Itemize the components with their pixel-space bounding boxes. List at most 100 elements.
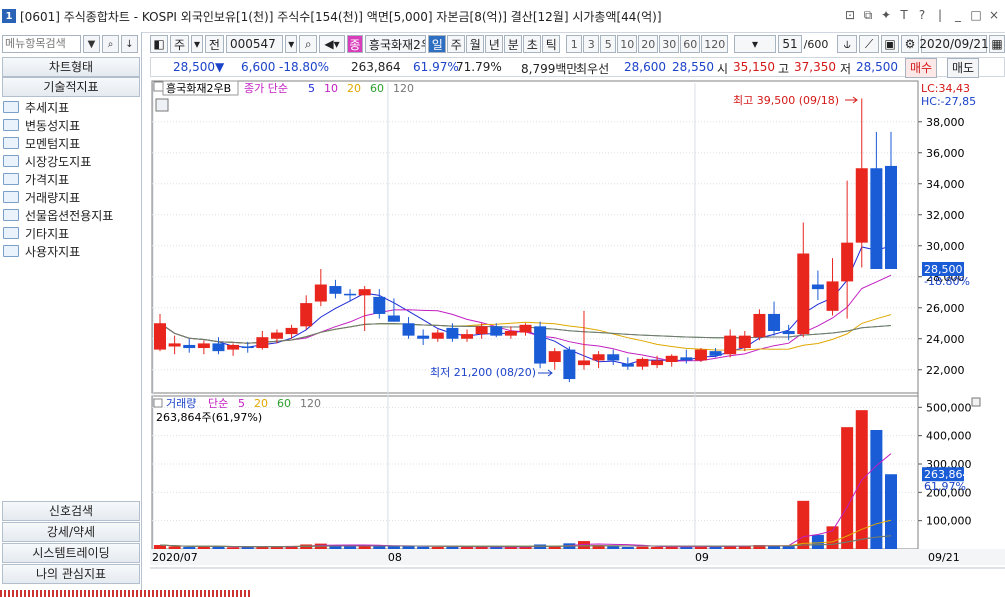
sell-button[interactable]: 매도 — [947, 58, 980, 78]
volume-bar[interactable] — [504, 547, 517, 549]
window-control-6[interactable]: _ — [951, 8, 965, 23]
candle[interactable] — [534, 326, 547, 364]
tree-item[interactable]: 추세지표 — [3, 98, 137, 116]
technical-indicator-header[interactable]: 기술적지표 — [2, 77, 140, 97]
candle[interactable] — [431, 332, 444, 339]
interval-dropdown[interactable]: ▾ — [734, 35, 776, 53]
candle[interactable] — [724, 335, 737, 355]
layout-icon[interactable]: ◧ — [150, 35, 168, 53]
candle[interactable] — [694, 349, 707, 361]
chart-area[interactable]: 22,000 24,000 26,000 28,000 30,000 32,000 34,0… — [150, 79, 1005, 569]
search-icon[interactable]: ⌕ — [299, 35, 318, 53]
candle[interactable] — [314, 284, 327, 302]
speaker-icon[interactable]: ◀▾ — [319, 35, 345, 53]
window-control-5[interactable]: | — [933, 8, 947, 23]
volume-bar[interactable] — [183, 547, 196, 549]
bottom-button[interactable]: 시스템트레이딩 — [2, 543, 140, 563]
menu-search-input[interactable]: 메뉴항목검색 — [2, 35, 81, 53]
candle[interactable] — [826, 281, 839, 311]
interval-button[interactable]: 5 — [600, 35, 617, 53]
legend-checkbox[interactable] — [153, 81, 164, 92]
interval-button[interactable]: 60 — [680, 35, 701, 53]
horizontal-scrollbar[interactable] — [150, 567, 1005, 569]
tab-period[interactable]: 초 — [523, 35, 542, 53]
main-select[interactable]: 주 — [170, 35, 190, 53]
candle[interactable] — [665, 355, 678, 362]
window-control-4[interactable]: ? — [915, 8, 929, 23]
candle[interactable] — [636, 358, 649, 367]
chart-type-header[interactable]: 차트형태 — [2, 57, 140, 77]
window-control-3[interactable]: T — [897, 8, 911, 23]
tab-period[interactable]: 주 — [447, 35, 466, 53]
candle[interactable] — [387, 315, 400, 322]
interval-button[interactable]: 120 — [701, 35, 729, 53]
candle[interactable] — [402, 323, 415, 336]
tree-item[interactable]: 모멘텀지표 — [3, 134, 137, 152]
tab-period[interactable]: 년 — [485, 35, 504, 53]
candle[interactable] — [563, 349, 576, 380]
volume-bar[interactable] — [197, 546, 210, 549]
interval-button[interactable]: 3 — [583, 35, 600, 53]
candle[interactable] — [154, 323, 166, 350]
volume-bar[interactable] — [417, 546, 430, 549]
volume-bar[interactable] — [651, 547, 664, 549]
candle[interactable] — [811, 284, 824, 290]
window-control-8[interactable]: × — [987, 8, 1001, 23]
line-tool-icon[interactable]: ⟋ — [859, 35, 879, 53]
candle[interactable] — [227, 344, 240, 350]
gear-icon[interactable]: ⚙ — [901, 35, 919, 53]
down-arrow-icon[interactable]: ↓ — [121, 35, 138, 53]
tab-period[interactable]: 일 — [428, 35, 447, 53]
window-control-2[interactable]: ✦ — [879, 8, 893, 23]
candle[interactable] — [607, 354, 620, 361]
candle[interactable] — [577, 360, 590, 366]
bottom-button[interactable]: 신호검색 — [2, 501, 140, 521]
bottom-button[interactable]: 나의 관심지표 — [2, 564, 140, 584]
tree-item[interactable]: 거래량지표 — [3, 188, 137, 206]
volume-bar[interactable] — [607, 546, 620, 549]
candle[interactable] — [183, 344, 196, 349]
stock-chart[interactable]: 22,00024,00026,00028,00030,00032,00034,0… — [150, 79, 1005, 569]
candle[interactable] — [885, 165, 897, 269]
chart-tool-icon[interactable]: ⫝ — [837, 35, 858, 53]
candle[interactable] — [680, 357, 693, 361]
candle[interactable] — [768, 313, 781, 331]
window-control-0[interactable]: ⊡ — [843, 8, 857, 23]
candle[interactable] — [461, 334, 474, 339]
buy-button[interactable]: 매수 — [905, 58, 938, 78]
volume-bar[interactable] — [636, 546, 649, 549]
chevron-down-icon[interactable]: ▾ — [191, 35, 203, 53]
candle[interactable] — [504, 331, 517, 336]
candle[interactable] — [841, 242, 854, 282]
interval-button[interactable]: 30 — [659, 35, 680, 53]
chevron-down-icon[interactable]: ▾ — [285, 35, 298, 53]
candle[interactable] — [329, 286, 342, 294]
volume-bar[interactable] — [811, 534, 824, 549]
save-icon[interactable]: ▣ — [881, 35, 899, 53]
volume-bar[interactable] — [782, 546, 795, 549]
volume-bar[interactable] — [841, 427, 854, 549]
volume-bar[interactable] — [431, 547, 444, 549]
candle[interactable] — [592, 354, 605, 361]
interval-button[interactable]: 1 — [566, 35, 583, 53]
candle[interactable] — [782, 331, 795, 335]
candle[interactable] — [621, 363, 634, 367]
tree-item[interactable]: 변동성지표 — [3, 116, 137, 134]
calendar-icon[interactable]: ▦ — [989, 35, 1005, 53]
volume-bar[interactable] — [885, 474, 897, 549]
grid-toggle-icon[interactable] — [155, 98, 169, 112]
candle[interactable] — [256, 337, 269, 349]
candle[interactable] — [344, 293, 357, 296]
candle[interactable] — [446, 327, 459, 339]
prev-button[interactable]: 전 — [204, 35, 224, 53]
volume-bar[interactable] — [168, 546, 181, 549]
date-input[interactable]: 2020/09/21 — [919, 35, 989, 53]
candle[interactable] — [709, 351, 722, 356]
volume-bar[interactable] — [826, 526, 839, 549]
tree-item[interactable]: 선물옵션전용지표 — [3, 206, 137, 224]
volume-bar[interactable] — [621, 547, 634, 549]
tree-item[interactable]: 가격지표 — [3, 170, 137, 188]
candle[interactable] — [548, 351, 561, 362]
stock-code-input[interactable]: 000547 — [225, 35, 284, 53]
candle[interactable] — [519, 324, 532, 333]
